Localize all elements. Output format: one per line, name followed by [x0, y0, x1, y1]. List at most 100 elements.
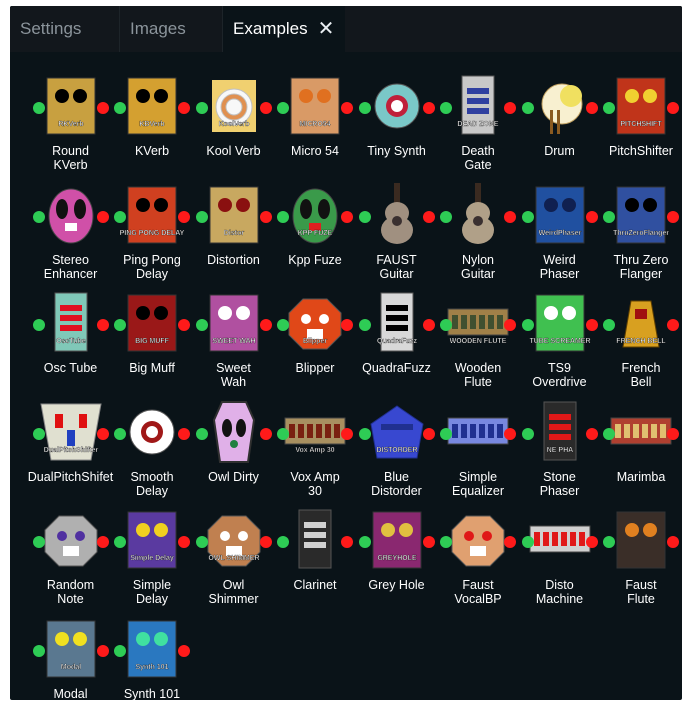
example-thumbnail [114, 400, 190, 464]
example-simple-delay[interactable]: Simple Delay Simple Delay [112, 486, 193, 606]
example-thumbnail: WeirdPhaser [521, 183, 598, 247]
example-quadrafuzz[interactable]: QuadraFuzz QuadraFuzz [356, 269, 437, 377]
tab-settings[interactable]: Settings [10, 6, 120, 52]
example-grey-hole[interactable]: GREYHOLE Grey Hole [356, 486, 437, 594]
input-port-icon [358, 102, 371, 114]
output-port-icon [259, 427, 272, 440]
example-nylon-guitar[interactable]: Nylon Guitar [438, 161, 519, 281]
example-clarinet[interactable]: Clarinet [275, 486, 356, 594]
output-port-icon [96, 427, 109, 440]
example-kpp-fuze[interactable]: KPP FUZE Kpp Fuze [275, 161, 356, 269]
pedal-image [440, 515, 516, 567]
tab-images[interactable]: Images [120, 6, 223, 52]
tab-label: Settings [20, 19, 82, 38]
example-blipper[interactable]: Blipper Blipper [275, 269, 356, 377]
thumbnail-text: Simple Delay [130, 555, 174, 562]
example-weird-phaser[interactable]: WeirdPhaser Weird Phaser [519, 161, 600, 281]
example-osc-tube[interactable]: OscTube Osc Tube [30, 269, 111, 377]
output-port-icon [504, 536, 516, 548]
example-label: Distortion [207, 252, 260, 267]
example-death-gate[interactable]: DEAD ZONE Death Gate [438, 52, 519, 172]
example-label: Kool Verb [206, 144, 261, 158]
example-thumbnail: FRENCH BELL [603, 291, 679, 355]
example-label: KVerb [134, 144, 170, 158]
example-drum[interactable]: Drum [519, 52, 600, 160]
example-thumbnail: GREYHOLE [358, 508, 435, 572]
example-sweet-wah[interactable]: SWEET WAH Sweet Wah [193, 269, 274, 389]
example-random-note[interactable]: Random Note [30, 486, 111, 606]
example-vox-amp-30[interactable]: Vox Amp 30 Vox Amp 30 [275, 378, 356, 498]
close-icon[interactable]: ✕ [318, 19, 335, 39]
example-faust-guitar[interactable]: FAUST Guitar [356, 161, 437, 281]
example-wooden-flute[interactable]: WOODEN FLUTE Wooden Flute [438, 269, 519, 389]
pedal-image: OscTube [32, 292, 109, 352]
example-thumbnail [440, 508, 516, 572]
example-faust-vocalbp[interactable]: Faust VocalBP [438, 486, 519, 606]
input-port-icon [277, 210, 289, 223]
input-port-icon [114, 536, 126, 548]
example-thumbnail: ThruZeroFlanger [603, 183, 679, 247]
example-micro-54[interactable]: MICRO54 Micro 54 [275, 52, 356, 160]
example-french-bell[interactable]: FRENCH BELL French Bell [601, 269, 682, 389]
example-faust-flute[interactable]: Faust Flute [601, 486, 682, 606]
example-owl-dirty[interactable]: Owl Dirty [193, 378, 274, 486]
output-port-icon [422, 210, 435, 223]
example-dualpitchshifet[interactable]: DualPitchShifter DualPitchShifet [28, 378, 113, 486]
thumbnail-text: Blipper [303, 338, 327, 345]
pedal-image: FRENCH BELL [603, 300, 679, 348]
example-stereo-enhancer[interactable]: Stereo Enhancer [30, 161, 111, 281]
example-ping-pong-delay[interactable]: PING PONG DELAY Ping Pong Delay [112, 161, 193, 281]
example-tiny-synth[interactable]: Tiny Synth [356, 52, 437, 160]
output-port-icon [96, 536, 109, 548]
example-thumbnail: DualPitchShifter [32, 400, 109, 464]
example-marimba[interactable]: Marimba [601, 378, 682, 486]
thumbnail-text: MICRO54 [299, 121, 330, 128]
example-thumbnail: TUBE SCREAMER [521, 291, 598, 355]
example-thumbnail: DEAD ZONE [440, 74, 516, 138]
example-kverb[interactable]: KBVerb KVerb [112, 52, 193, 160]
output-port-icon [178, 644, 190, 657]
example-thumbnail [521, 508, 598, 572]
tab-examples[interactable]: Examples ✕ [223, 6, 345, 52]
example-stone-phaser[interactable]: NE PHA Stone Phaser [519, 378, 600, 498]
pedal-image [32, 188, 109, 243]
output-port-icon [585, 102, 598, 114]
input-port-icon [277, 319, 289, 331]
output-port-icon [667, 536, 679, 548]
example-synth-101[interactable]: Synth 101 Synth 101 [112, 595, 193, 700]
thumbnail-text: ThruZeroFlanger [613, 230, 669, 237]
output-port-icon [341, 319, 353, 331]
example-thumbnail [440, 400, 516, 464]
example-pitchshifter[interactable]: PITCHSHIFT PitchShifter [601, 52, 682, 160]
example-distortion[interactable]: Distor Distortion [193, 161, 274, 269]
example-simple-equalizer[interactable]: Simple Equalizer [438, 378, 519, 498]
example-thumbnail: Vox Amp 30 [277, 400, 353, 464]
input-port-icon [114, 319, 126, 331]
example-owl-shimmer[interactable]: OWL SHIMMER Owl Shimmer [193, 486, 274, 606]
example-label: PitchShifter [609, 144, 673, 158]
input-port-icon [358, 427, 371, 440]
example-thumbnail: PING PONG DELAY [114, 183, 190, 247]
pedal-image: BIG MUFF [114, 294, 190, 352]
pedal-image [195, 400, 272, 463]
example-label: Faust VocalBP [454, 578, 502, 606]
example-disto-machine[interactable]: Disto Machine [519, 486, 600, 606]
output-port-icon [504, 427, 516, 440]
example-ts9-overdrive[interactable]: TUBE SCREAMER TS9 Overdrive [519, 269, 600, 389]
example-smooth-delay[interactable]: Smooth Delay [112, 378, 193, 498]
example-round-kverb[interactable]: RKVerb Round KVerb [30, 52, 111, 172]
example-modal[interactable]: Modal Modal [30, 595, 111, 700]
example-thumbnail [358, 74, 435, 138]
example-big-muff[interactable]: BIG MUFF Big Muff [112, 269, 193, 377]
example-blue-distorder[interactable]: DISTORDER Blue Distorder [356, 378, 437, 498]
thumbnail-text: KPP FUZE [298, 230, 333, 237]
input-port-icon [358, 536, 371, 548]
pedal-image [277, 509, 353, 569]
pedal-image [603, 417, 679, 444]
thumbnail-text: PING PONG DELAY [120, 230, 185, 237]
example-kool-verb[interactable]: KoolVerb Kool Verb [193, 52, 274, 160]
example-thru-zero-flanger[interactable]: ThruZeroFlanger Thru Zero Flanger [601, 161, 682, 281]
input-port-icon [32, 536, 45, 548]
input-port-icon [114, 427, 126, 440]
thumbnail-text: OWL SHIMMER [208, 555, 259, 562]
